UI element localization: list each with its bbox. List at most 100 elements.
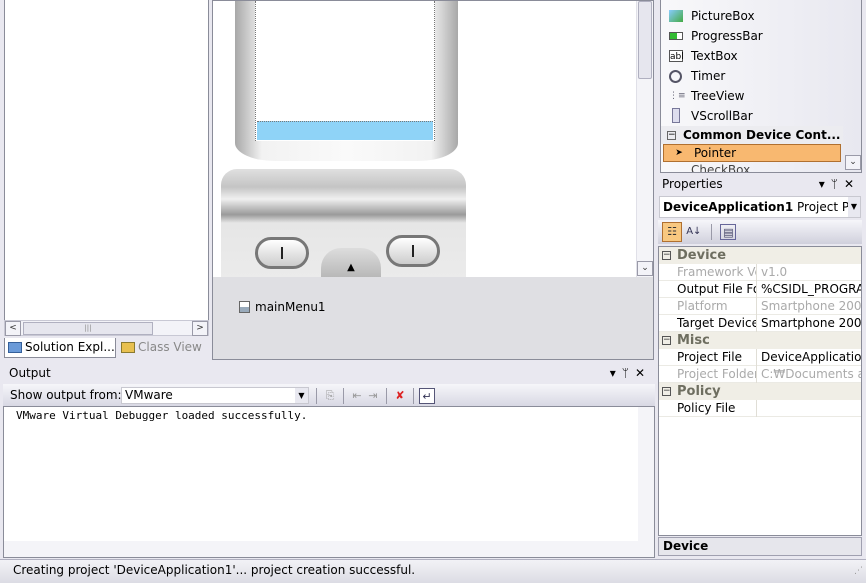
next-message-icon[interactable]: ⇥ [365,388,381,404]
mainmenu-icon [239,301,250,313]
property-row[interactable]: Output File Fo %CSIDL_PROGRA [659,281,861,298]
window-buttons: ▾ᛘ✕ [610,364,651,382]
clear-all-icon[interactable]: ✘ [392,388,408,404]
property-name: Framework Ve [677,264,757,281]
tab-class-view[interactable]: Class View [118,338,210,358]
pin-icon[interactable]: ᛘ [831,177,844,191]
toolbox-item-picturebox[interactable]: PictureBox [661,6,861,26]
property-row[interactable]: Framework Ve v1.0 [659,264,861,281]
right-softkey-button[interactable] [386,235,440,267]
progressbar-icon [669,32,683,40]
toolbox-item-treeview[interactable]: ⋮≡ TreeView [661,86,861,106]
solution-explorer-tree[interactable] [4,0,209,321]
category-label: Misc [677,333,710,348]
softkey-bar[interactable] [257,121,433,140]
resize-grip-icon[interactable]: ⋰ [854,561,863,581]
property-name: Project File [677,349,757,366]
dpad-up-button[interactable]: ▲ [321,248,381,277]
collapse-icon: − [667,130,676,140]
property-value: v1.0 [761,265,788,279]
scroll-right-button[interactable]: > [192,321,208,336]
property-row[interactable]: Platform Smartphone 2003 [659,298,861,315]
toolbox-scroll-down[interactable]: ⌄ [845,155,861,170]
property-value: C:₩Documents a [761,367,861,381]
output-hscrollbar[interactable] [4,541,654,557]
scroll-down-button[interactable]: ⌄ [637,261,653,276]
timer-icon [669,70,682,83]
category-misc[interactable]: − Misc [659,332,861,349]
output-title-bar: Output ▾ᛘ✕ [3,364,655,383]
properties-title-bar: Properties ▾ᛘ✕ [658,175,862,194]
output-text-area[interactable]: VMware Virtual Debugger loaded successfu… [3,406,655,558]
chevron-down-icon[interactable]: ▼ [295,388,308,403]
vscrollbar-icon [672,108,680,123]
collapse-icon: − [662,386,671,396]
category-device[interactable]: − Device [659,247,861,264]
scroll-thumb[interactable] [638,1,652,79]
properties-object-select[interactable]: DeviceApplication1 Project Pr ▼ [659,196,861,218]
property-row[interactable]: Target Device Smartphone 2003 [659,315,861,332]
status-bar: Creating project 'DeviceApplication1'...… [0,559,866,583]
property-row[interactable]: Project File DeviceApplication [659,349,861,366]
device-screen[interactable] [255,1,435,141]
category-policy[interactable]: − Policy [659,383,861,400]
property-value: Smartphone 2003 [761,316,861,330]
output-vscrollbar[interactable] [638,407,654,541]
toolbox-item-pointer[interactable]: ➤ Pointer [663,144,841,162]
dropdown-icon[interactable]: ▾ [819,177,831,191]
item-label: Pointer [694,146,737,160]
word-wrap-icon[interactable]: ↵ [419,387,435,404]
output-source-select[interactable]: VMware ▼ [121,387,309,404]
solution-explorer-icon [8,342,22,353]
category-label: Device [677,248,727,263]
description-title: Device [663,539,709,553]
pin-icon[interactable]: ᛘ [622,366,635,380]
dropdown-icon[interactable]: ▾ [610,366,622,380]
property-grid[interactable]: − Device Framework Ve v1.0 Output File Fo%… [658,246,862,536]
toolbox-item-timer[interactable]: Timer [661,66,861,86]
toolbox-item-textbox[interactable]: abl TextBox [661,46,861,66]
item-label: Timer [691,69,726,83]
left-softkey-button[interactable] [255,237,309,269]
property-pages-icon[interactable]: ▤ [720,224,737,240]
tray-item-mainmenu1[interactable]: mainMenu1 [239,299,326,315]
chevron-down-icon[interactable]: ▼ [848,197,860,217]
categorized-icon[interactable]: ☷ [662,222,682,242]
property-row[interactable]: Project Folder C:₩Documents a [659,366,861,383]
property-name: Project Folder [677,366,757,383]
close-icon[interactable]: ✕ [635,366,651,380]
designer-vscrollbar[interactable]: ⌄ [636,1,653,277]
item-label: PictureBox [691,9,755,23]
output-toolbar: Show output from: VMware ▼ ⎘ ⇤ ⇥ ✘ ↵ [3,384,655,406]
property-value: Smartphone 2003 [761,299,861,313]
picturebox-icon [669,10,683,22]
show-output-label: Show output from: [10,388,122,402]
alphabetical-icon[interactable]: A↓ [686,224,702,240]
tab-label: Class View [138,340,202,354]
property-name: Output File Fo [677,281,757,298]
scroll-left-button[interactable]: < [5,321,21,336]
prev-message-icon[interactable]: ⇤ [349,388,365,404]
toolbox-item-checkbox[interactable]: CheckBox [661,162,861,172]
property-name: Target Device [677,315,757,332]
item-label: TextBox [691,49,738,63]
textbox-icon: abl [669,50,684,62]
status-text: Creating project 'DeviceApplication1'...… [13,563,416,577]
component-tray: mainMenu1 [213,277,653,359]
property-row[interactable]: Policy File [659,400,861,417]
toolbox-group-header[interactable]: − Common Device Cont... [661,126,843,144]
scroll-thumb[interactable]: ||| [23,322,153,335]
toolbox-item-progressbar[interactable]: ProgressBar [661,26,861,46]
form-designer[interactable]: ▲ ⌄ mainMenu1 [212,0,654,360]
find-message-icon[interactable]: ⎘ [322,388,338,404]
output-line: VMware Virtual Debugger loaded successfu… [16,409,308,422]
property-value: %CSIDL_PROGRA [761,282,861,296]
solution-explorer-hscrollbar[interactable]: < ||| > [4,320,209,336]
tab-solution-explorer[interactable]: Solution Expl... [4,338,116,358]
output-title: Output [9,366,51,380]
toolbox-item-vscrollbar[interactable]: VScrollBar [661,106,861,126]
item-label: TreeView [691,89,745,103]
close-icon[interactable]: ✕ [844,177,860,191]
property-value: DeviceApplication [761,350,861,364]
property-name: Platform [677,298,757,315]
